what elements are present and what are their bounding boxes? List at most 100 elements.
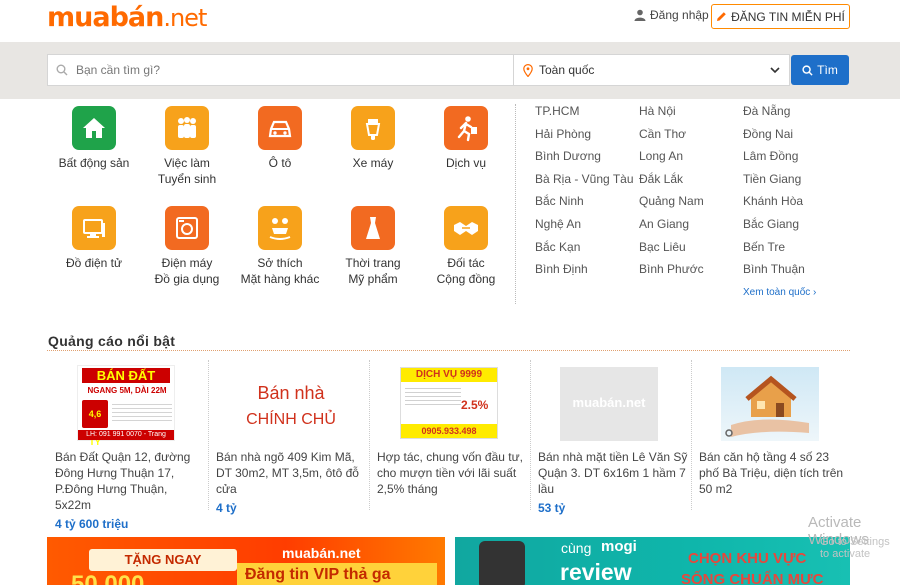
city-link[interactable]: Quảng Nam: [639, 194, 704, 208]
ad-thumbnail: BÁN ĐẤT NGANG 5M, DÀI 22M 4,6 TỶ LH: 091…: [77, 365, 175, 447]
category-label: Xe máy: [352, 156, 394, 170]
category-partners[interactable]: Đối tác Cộng đồng: [421, 206, 511, 287]
city-link[interactable]: Bắc Giang: [743, 217, 799, 231]
people-icon: [165, 106, 209, 150]
featured-ad-3[interactable]: DỊCH VỤ 9999 2.5% 0905.933.498 Hợp tác, …: [369, 357, 529, 517]
category-label-2: Mỹ phẩm: [348, 272, 398, 286]
thumb-line-2: CHÍNH CHỦ: [246, 411, 336, 428]
thumb-line-1: Bán nhà: [257, 383, 325, 403]
search-placeholder: Bạn cần tìm gì?: [76, 63, 161, 77]
ad-description: Bán căn hộ tầng 4 số 23 phố Bà Triệu, di…: [699, 450, 844, 496]
thumb-price-tag: 4,6 TỶ: [82, 400, 108, 447]
thumb-phone: 0905.933.498: [401, 424, 497, 438]
promo-word: review: [560, 559, 632, 585]
city-link[interactable]: Đà Nẵng: [743, 104, 790, 118]
category-label: Thời trang: [345, 256, 401, 270]
featured-ad-4[interactable]: muabán.net Bán nhà mặt tiền Lê Văn Sỹ Qu…: [530, 357, 690, 517]
featured-title: Quảng cáo nổi bật: [48, 333, 176, 349]
cities-divider: [515, 104, 516, 304]
city-link[interactable]: Bến Tre: [743, 240, 785, 254]
promo-banner-right[interactable]: cùng mogi review CHỌN KHU VỰC SỐNG CHUẨN…: [455, 537, 850, 585]
location-select[interactable]: Toàn quốc: [513, 54, 790, 86]
mogi-logo: mogi: [601, 538, 637, 555]
ad-thumbnail: [721, 367, 819, 441]
category-jobs[interactable]: Việc làm Tuyển sinh: [142, 106, 232, 187]
thumb-text-lines: [112, 402, 172, 424]
city-link[interactable]: Bình Thuận: [743, 262, 805, 276]
category-label-2: Cộng đồng: [436, 272, 496, 286]
pencil-icon: [717, 12, 726, 21]
section-divider: [47, 350, 850, 351]
city-link[interactable]: Tiền Giang: [743, 172, 801, 186]
category-electronics[interactable]: Đồ điện tử: [49, 206, 139, 271]
city-link[interactable]: Đắk Lắk: [639, 172, 683, 186]
see-all-link[interactable]: Xem toàn quốc ›: [743, 287, 816, 298]
city-link[interactable]: Lâm Đồng: [743, 149, 798, 163]
city-link[interactable]: Bình Phước: [639, 262, 704, 276]
category-label: Bất động sản: [58, 156, 130, 170]
city-link[interactable]: Hà Nội: [639, 104, 676, 118]
user-icon: [634, 9, 646, 21]
house-in-hand-image: [725, 375, 809, 437]
category-cars[interactable]: Ô tô: [235, 106, 325, 171]
login-label: Đăng nhập: [650, 8, 709, 22]
category-real-estate[interactable]: Bất động sản: [49, 106, 139, 171]
city-link[interactable]: Nghệ An: [535, 217, 581, 231]
category-motorbikes[interactable]: Xe máy: [328, 106, 418, 171]
city-link[interactable]: Bà Rịa - Vũng Tàu: [535, 172, 634, 186]
promo-amount: 50.000: [71, 571, 145, 585]
login-link[interactable]: Đăng nhập: [634, 8, 709, 22]
city-link[interactable]: Bắc Ninh: [535, 194, 584, 208]
category-label: Đối tác: [447, 256, 485, 270]
car-icon: [258, 106, 302, 150]
category-label: Dịch vụ: [445, 156, 486, 170]
city-link[interactable]: Bình Định: [535, 262, 588, 276]
city-link[interactable]: Long An: [639, 149, 683, 163]
location-value: Toàn quốc: [539, 63, 595, 77]
city-link[interactable]: Hải Phòng: [535, 127, 591, 141]
category-services[interactable]: Dịch vụ: [421, 106, 511, 171]
thumb-placeholder-logo: muabán.net: [572, 395, 646, 410]
featured-ad-5[interactable]: Bán căn hộ tầng 4 số 23 phố Bà Triệu, di…: [691, 357, 851, 517]
search-button-label: Tìm: [817, 63, 838, 77]
thumb-rate: 2.5%: [461, 398, 489, 412]
category-fashion[interactable]: Thời trang Mỹ phẩm: [328, 206, 418, 287]
search-input[interactable]: Bạn cần tìm gì?: [47, 54, 513, 86]
search-button[interactable]: Tìm: [791, 55, 849, 85]
post-ad-button[interactable]: ĐĂNG TIN MIỄN PHÍ: [711, 4, 850, 29]
dress-icon: [351, 206, 395, 250]
featured-ad-2[interactable]: Bán nhà CHÍNH CHỦ Bán nhà ngõ 409 Kim Mã…: [208, 357, 368, 517]
scooter-icon: [351, 106, 395, 150]
city-link[interactable]: An Giang: [639, 217, 689, 231]
promo-badge: TẶNG NGAY: [89, 549, 237, 571]
category-label-2: Mặt hàng khác: [240, 272, 320, 286]
ad-description: Bán nhà ngõ 409 Kim Mã, DT 30m2, MT 3,5m…: [216, 450, 359, 496]
city-link[interactable]: Khánh Hòa: [743, 194, 803, 208]
city-link[interactable]: Đồng Nai: [743, 127, 793, 141]
category-appliances[interactable]: Điện máy Đồ gia dụng: [142, 206, 232, 287]
featured-ad-1[interactable]: BÁN ĐẤT NGANG 5M, DÀI 22M 4,6 TỶ LH: 091…: [47, 357, 207, 531]
city-link[interactable]: Cần Thơ: [639, 127, 686, 141]
city-link[interactable]: Bạc Liêu: [639, 240, 686, 254]
search-bar: Bạn cần tìm gì? Toàn quốc Tìm: [0, 42, 900, 99]
ad-price: 4 tỷ 600 triệu: [55, 517, 129, 531]
chevron-down-icon: [770, 67, 780, 74]
ad-thumbnail: DỊCH VỤ 9999 2.5% 0905.933.498: [400, 367, 498, 439]
city-link[interactable]: Bình Dương: [535, 149, 601, 163]
ad-price: 53 tỷ: [538, 501, 566, 515]
appliance-icon: [165, 206, 209, 250]
city-link[interactable]: TP.HCM: [535, 104, 579, 118]
promo-banner-left[interactable]: TẶNG NGAY 50.000 muabán.net Đăng tin VIP…: [47, 537, 445, 585]
toy-horse-icon: [258, 206, 302, 250]
post-ad-label: ĐĂNG TIN MIỄN PHÍ: [731, 9, 845, 24]
site-logo[interactable]: muabán.net: [47, 2, 207, 33]
phone-image: [479, 541, 525, 585]
ad-thumbnail: muabán.net: [560, 367, 658, 441]
handshake-icon: [444, 206, 488, 250]
category-label: Điện máy: [161, 256, 213, 270]
category-hobbies[interactable]: Sở thích Mặt hàng khác: [235, 206, 325, 287]
category-label: Đồ điện tử: [65, 256, 123, 270]
activation-watermark-sub: Go to Settings to activate: [820, 536, 890, 560]
ad-description: Bán nhà mặt tiền Lê Văn Sỹ Quận 3. DT 6x…: [538, 450, 688, 496]
city-link[interactable]: Bắc Kạn: [535, 240, 580, 254]
